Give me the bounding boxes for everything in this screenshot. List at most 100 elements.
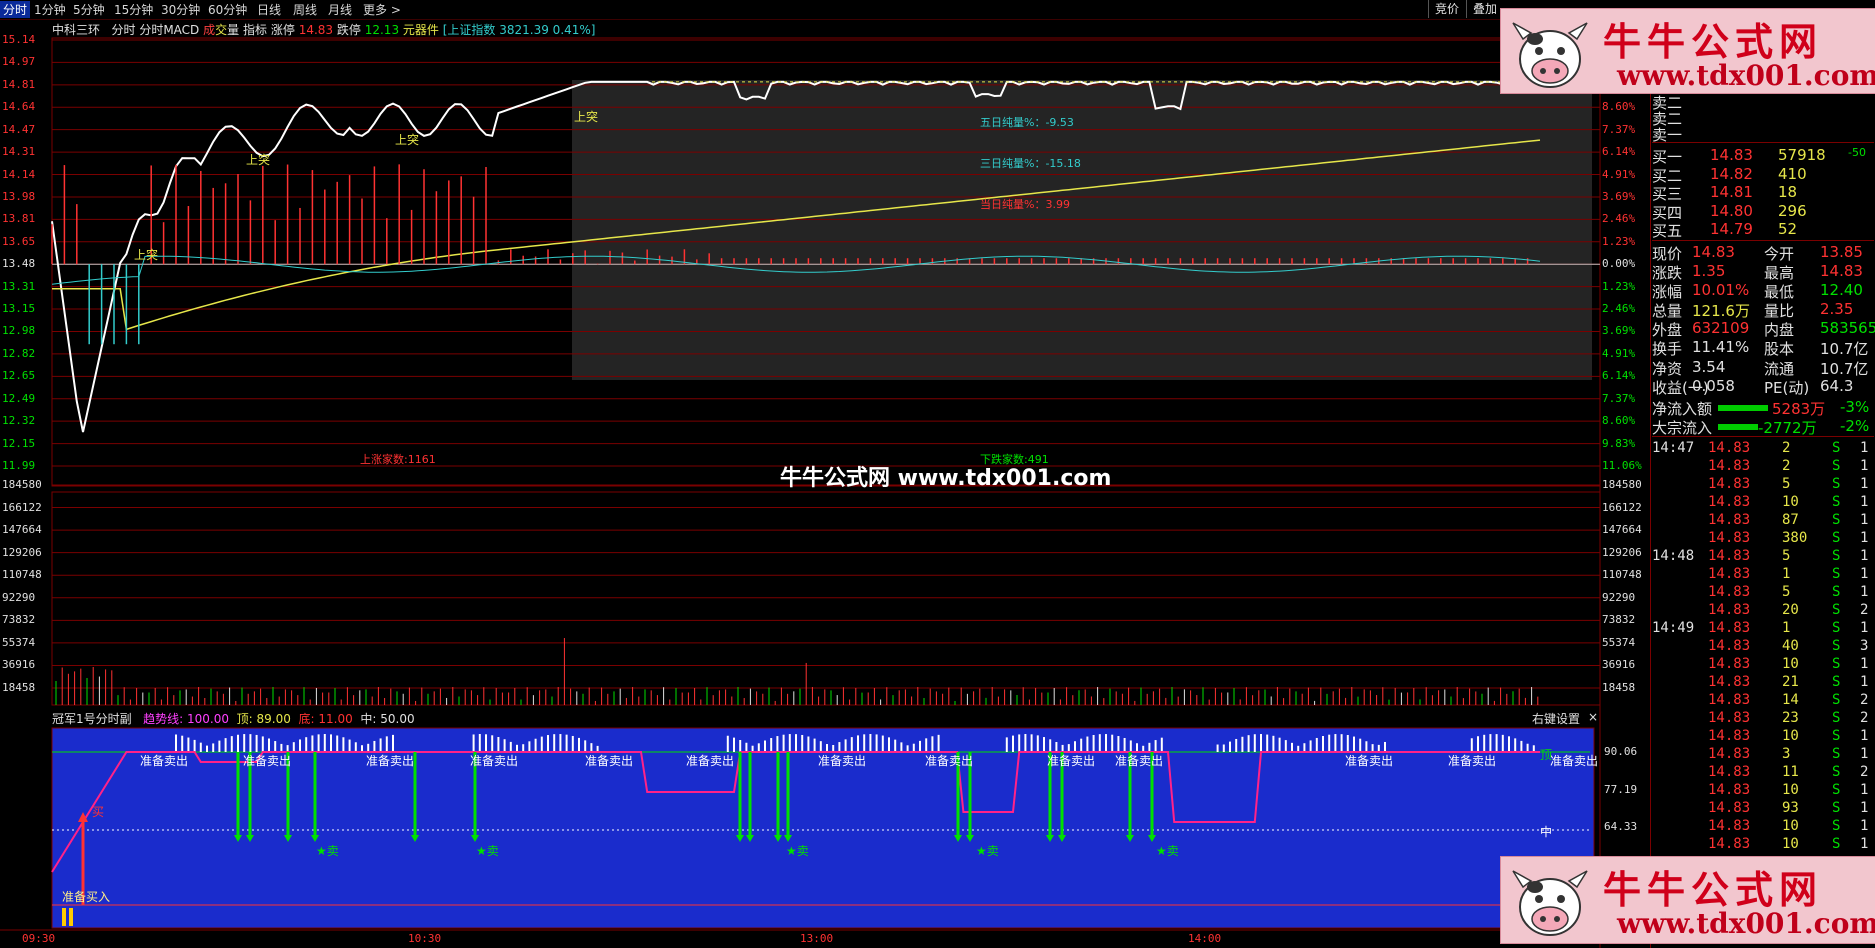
tick-side: S xyxy=(1832,494,1841,510)
bid-row: 买二 14.82 410 xyxy=(1652,165,1874,185)
sell-row: 卖二 xyxy=(1652,94,1683,112)
tick-price: 14.83 xyxy=(1708,494,1751,510)
stat-value: 64.3 xyxy=(1820,377,1854,395)
stat-value: 10.7亿 xyxy=(1820,360,1869,378)
flow-value: 5283万 xyxy=(1772,400,1826,418)
price-tick-label: 14.31 xyxy=(2,145,36,159)
tick-side: S xyxy=(1832,674,1841,690)
mid-value: 50.00 xyxy=(380,712,415,726)
price-tick-label: 14.81 xyxy=(2,77,36,91)
start-bar xyxy=(69,908,73,926)
watermark-title: 牛牛公式网 xyxy=(1603,19,1824,64)
start-bar xyxy=(62,908,66,926)
tick-count: 1 xyxy=(1860,836,1869,852)
tick-volume: 11 xyxy=(1782,764,1799,780)
stat-row: 涨跌 1.35 最高 14.83 xyxy=(1652,262,1874,282)
pct-tick-label: 2.46% xyxy=(1602,212,1636,226)
pct-tick-label: 8.60% xyxy=(1602,100,1636,114)
buy-label: 买 xyxy=(92,805,105,819)
tick-volume: 2 xyxy=(1782,440,1791,456)
tick-time: 14:48 xyxy=(1652,548,1695,564)
tick-row: 14.83 10 S 1 xyxy=(1652,818,1874,836)
tick-list[interactable]: 14:47 14.83 2 S 1 14.83 2 S 1 14.83 5 S 1 14.83 10 S 1 14… xyxy=(1652,440,1874,854)
tick-row: 14.83 1 S 1 xyxy=(1652,566,1874,584)
flow-label: 净流入额 xyxy=(1652,400,1713,418)
tick-volume: 14 xyxy=(1782,692,1799,708)
sell-row: 卖一 xyxy=(1652,126,1683,144)
tick-price: 14.83 xyxy=(1708,638,1751,654)
watermark-title: 牛牛公式网 xyxy=(1603,867,1824,912)
price-tick-label: 12.82 xyxy=(2,346,36,360)
price-tick-label: 12.32 xyxy=(2,414,36,428)
price-tick-label: 13.31 xyxy=(2,279,36,293)
tick-count: 1 xyxy=(1860,818,1869,834)
volume-tick-label-left: 166122 xyxy=(2,500,42,514)
stat-value: 10.7亿 xyxy=(1820,340,1869,358)
tick-price: 14.83 xyxy=(1708,764,1751,780)
stat-label: PE(动) xyxy=(1764,379,1810,397)
volume-tick-label-left: 92290 xyxy=(2,590,36,604)
bid-price: 14.80 xyxy=(1710,201,1753,220)
stat-label: 现价 xyxy=(1652,245,1683,263)
price-tick-label: 14.14 xyxy=(2,167,36,181)
tick-volume: 1 xyxy=(1782,620,1791,636)
tick-row: 14.83 10 S 1 xyxy=(1652,656,1874,674)
watermark-url: www.tdx001.com xyxy=(1617,907,1875,940)
tick-row: 14.83 87 S 1 xyxy=(1652,512,1874,530)
tick-count: 1 xyxy=(1860,566,1869,582)
price-tick-label: 14.97 xyxy=(2,55,36,69)
trend-value: 100.00 xyxy=(186,712,229,726)
bid-row: 买五 14.79 52 xyxy=(1652,220,1874,240)
price-tick-label: 15.14 xyxy=(2,33,36,46)
tick-row: 14.83 10 S 1 xyxy=(1652,782,1874,800)
volume-tick-label-left: 18458 xyxy=(2,681,36,694)
price-tick-label: 13.65 xyxy=(2,234,36,248)
volume-tick-label-right: 129206 xyxy=(1602,545,1642,559)
tick-row: 14.83 14 S 2 xyxy=(1652,692,1874,710)
tick-volume: 2 xyxy=(1782,458,1791,474)
prepare-sell-label: 准备卖出 xyxy=(140,754,189,768)
pct-tick-label: 0.00% xyxy=(1602,257,1636,271)
sell-label: ★卖 xyxy=(976,844,999,858)
prepare-sell-label: 准备卖出 xyxy=(925,754,974,768)
price-tick-label: 11.99 xyxy=(2,459,36,472)
tick-price: 14.83 xyxy=(1708,476,1751,492)
volume-tick-label-left: 147664 xyxy=(2,523,42,537)
stat-row: 总量 121.6万 量比 2.35 xyxy=(1652,300,1874,320)
tick-side: S xyxy=(1832,512,1841,528)
tick-count: 1 xyxy=(1860,584,1869,600)
top-label: 顶: xyxy=(236,712,253,726)
trend-label: 趋势线: xyxy=(143,712,184,726)
prepare-sell-label: 准备卖出 xyxy=(243,754,292,768)
pct-tick-label: 6.14% xyxy=(1602,369,1636,383)
stat-label: 股本 xyxy=(1764,340,1795,358)
sell-label: ★卖 xyxy=(786,844,809,858)
tick-side: S xyxy=(1832,602,1841,618)
tick-row: 14:49 14.83 1 S 1 xyxy=(1652,620,1874,638)
price-shade-area xyxy=(572,80,1592,380)
tick-price: 14.83 xyxy=(1708,800,1751,816)
divider xyxy=(1652,142,1874,143)
pct-tick-label: 3.69% xyxy=(1602,324,1636,338)
tick-row: 14.83 40 S 3 xyxy=(1652,638,1874,656)
close-indicator-icon[interactable]: × xyxy=(1588,710,1598,724)
tick-row: 14.83 21 S 1 xyxy=(1652,674,1874,692)
price-tick-label: 14.47 xyxy=(2,122,36,136)
tick-price: 14.83 xyxy=(1708,458,1751,474)
sell-book: 卖二 卖二 卖一 xyxy=(1652,92,1683,144)
price-tick-label: 13.48 xyxy=(2,257,36,271)
tick-count: 1 xyxy=(1860,782,1869,798)
indicator-name[interactable]: 冠军1号分时副 xyxy=(52,712,132,726)
stat-label: 外盘 xyxy=(1652,321,1683,339)
volume-panel-border xyxy=(51,491,1601,706)
tick-price: 14.83 xyxy=(1708,566,1751,582)
stat-row: 换手 11.41% 股本 10.7亿 xyxy=(1652,338,1874,358)
breakthrough-label-2: 上突 xyxy=(246,153,271,167)
price-tick-label: 13.81 xyxy=(2,212,36,226)
settings-button[interactable]: 右键设置 xyxy=(1532,710,1580,727)
watermark-url: www.tdx001.com xyxy=(1617,59,1875,92)
time-0930: 09:30 xyxy=(22,932,56,945)
price-tick-label: 12.49 xyxy=(2,391,36,405)
time-1300: 13:00 xyxy=(800,932,834,945)
stat-row: 外盘 632109 内盘 583565 xyxy=(1652,319,1875,339)
